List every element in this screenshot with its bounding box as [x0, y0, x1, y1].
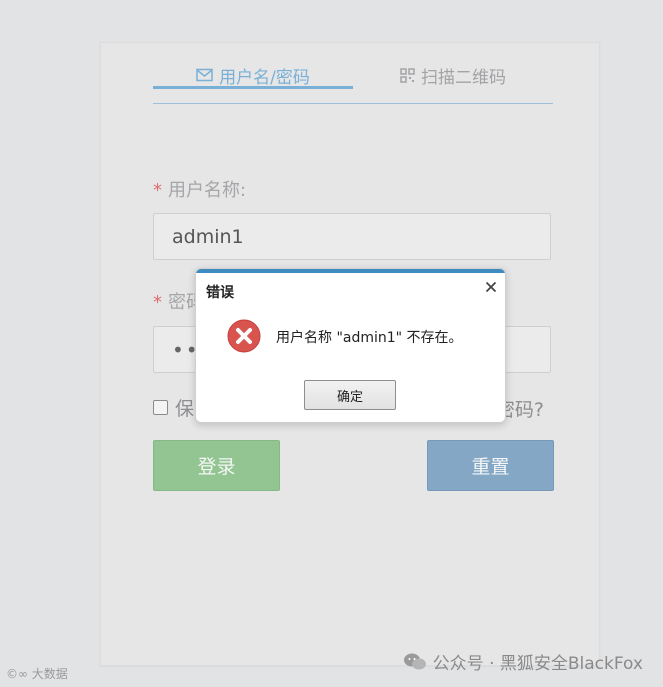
- remember-checkbox[interactable]: [153, 400, 168, 415]
- username-field[interactable]: admin1: [153, 213, 551, 260]
- remember-label: 保: [175, 398, 195, 420]
- error-icon: [227, 319, 261, 353]
- login-page: 用户名/密码 扫描二维码 * 用户名称: admin1 * 密码 ••• 保 密…: [0, 0, 663, 687]
- tab-username-password[interactable]: 用户名/密码: [153, 63, 353, 89]
- wechat-icon: [403, 652, 427, 672]
- watermark-text: 公众号 · 黑狐安全BlackFox: [432, 654, 643, 674]
- username-value: admin1: [172, 225, 244, 248]
- dialog-message: 用户名称 "admin1" 不存在。: [276, 330, 463, 346]
- dialog-title: 错误: [206, 285, 234, 301]
- ok-button[interactable]: 确定: [304, 380, 396, 410]
- watermark-left: ©∞ 大数据: [6, 667, 68, 681]
- required-mark: *: [153, 180, 162, 201]
- envelope-icon: [196, 68, 213, 82]
- reset-button[interactable]: 重置: [427, 440, 554, 491]
- active-tab-underline: [153, 86, 353, 89]
- watermark-wechat: 公众号 · 黑狐安全BlackFox: [403, 649, 643, 674]
- remember-me[interactable]: 保: [153, 394, 194, 421]
- login-tabs: 用户名/密码 扫描二维码: [153, 43, 553, 104]
- username-label: * 用户名称:: [153, 180, 247, 201]
- dialog-top-bar: [196, 269, 505, 273]
- required-mark: *: [153, 292, 162, 313]
- tab-qrcode[interactable]: 扫描二维码: [353, 63, 553, 88]
- close-icon[interactable]: [483, 279, 499, 295]
- error-dialog: 错误 用户名称 "admin1" 不存在。 确定: [195, 268, 506, 423]
- login-button[interactable]: 登录: [153, 440, 280, 491]
- tab-label: 扫描二维码: [421, 67, 506, 88]
- qrcode-icon: [400, 67, 415, 83]
- tab-label: 用户名/密码: [219, 67, 310, 88]
